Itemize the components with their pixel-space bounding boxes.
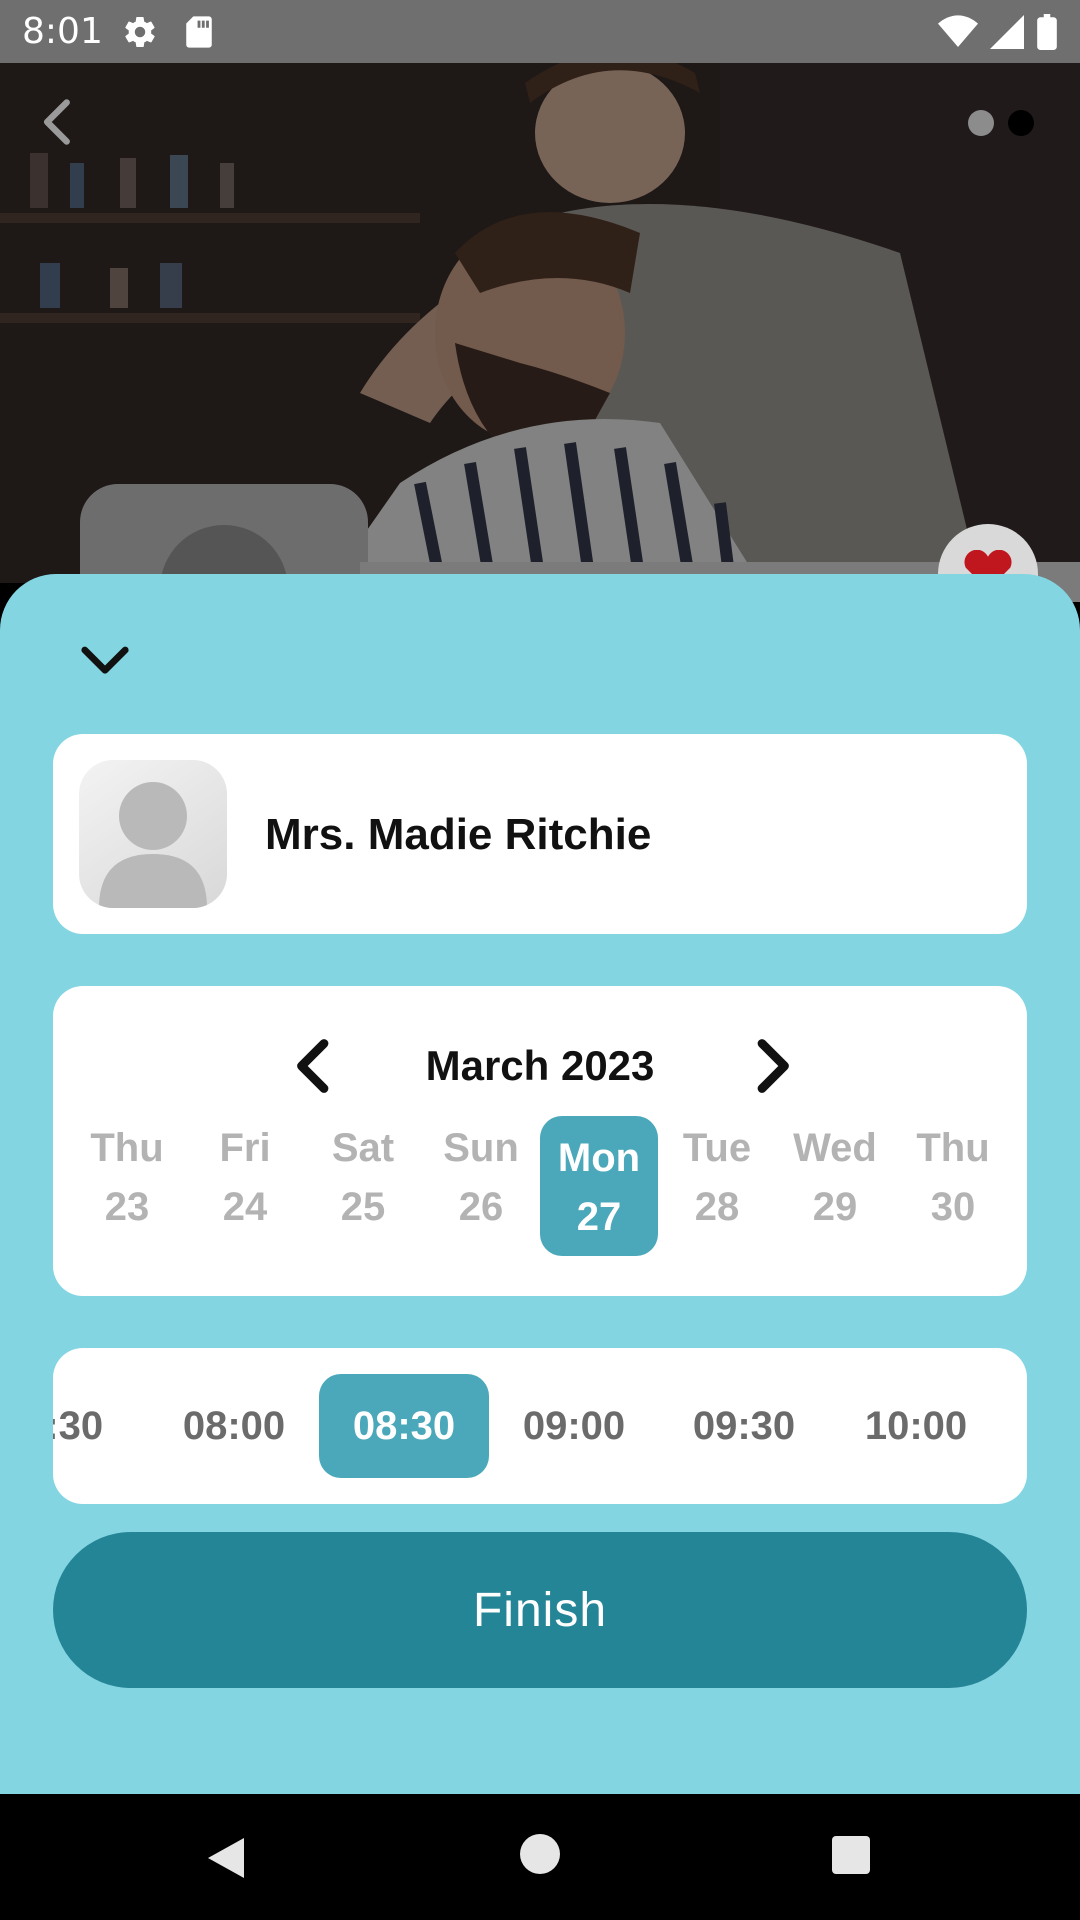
wifi-icon xyxy=(938,15,978,48)
pager-dot[interactable] xyxy=(968,110,994,136)
provider-name: Mrs. Madie Ritchie xyxy=(265,810,652,859)
time-slot[interactable]: 08:00 xyxy=(149,1374,319,1478)
gear-icon xyxy=(125,16,155,47)
sd-card-icon xyxy=(186,16,212,48)
day-item[interactable]: Sat 25 xyxy=(304,1116,422,1256)
back-button[interactable] xyxy=(32,96,84,148)
time-slot[interactable]: 09:00 xyxy=(489,1374,659,1478)
day-item[interactable]: Thu 30 xyxy=(894,1116,1012,1256)
day-item[interactable]: Wed 29 xyxy=(776,1116,894,1256)
time-slot[interactable]: 10:00 xyxy=(831,1374,1001,1478)
battery-icon xyxy=(1037,14,1057,50)
collapse-button[interactable] xyxy=(78,632,132,686)
next-month-button[interactable] xyxy=(747,1036,797,1096)
booking-sheet: Mrs. Madie Ritchie March 2023 Thu 23 Fri 2… xyxy=(0,574,1080,1794)
user-placeholder-icon xyxy=(79,760,227,908)
time-picker: 07:30 08:00 08:30 09:00 09:30 10:00 xyxy=(53,1348,1027,1504)
status-bar: 8:01 xyxy=(0,0,1080,63)
provider-card[interactable]: Mrs. Madie Ritchie xyxy=(53,734,1027,934)
pager-dot-active[interactable] xyxy=(1008,110,1034,136)
signal-icon xyxy=(990,15,1024,49)
nav-recents-icon[interactable] xyxy=(832,1836,870,1874)
day-item[interactable]: Sun 26 xyxy=(422,1116,540,1256)
day-item-selected[interactable]: Mon 27 xyxy=(540,1116,658,1256)
time-slot[interactable]: 07:30 xyxy=(53,1374,137,1478)
nav-home-icon[interactable] xyxy=(520,1834,560,1874)
image-pager[interactable] xyxy=(968,110,1034,136)
day-item[interactable]: Fri 24 xyxy=(186,1116,304,1256)
time-slot-selected[interactable]: 08:30 xyxy=(319,1374,489,1478)
day-item[interactable]: Tue 28 xyxy=(658,1116,776,1256)
date-picker: March 2023 Thu 23 Fri 24 Sat 25 Sun 26 Mon 27… xyxy=(53,986,1027,1296)
system-nav-bar xyxy=(0,1794,1080,1920)
day-strip: Thu 23 Fri 24 Sat 25 Sun 26 Mon 27 Tue 28 Wed 2… xyxy=(68,1116,1012,1256)
finish-button[interactable]: Finish xyxy=(53,1532,1027,1688)
nav-back-icon[interactable] xyxy=(204,1834,248,1882)
time-slot[interactable]: 09:30 xyxy=(659,1374,829,1478)
time-slot-strip[interactable]: 07:30 08:00 08:30 09:00 09:30 10:00 xyxy=(53,1374,1027,1478)
day-item[interactable]: Thu 23 xyxy=(68,1116,186,1256)
chevron-down-icon xyxy=(81,646,129,674)
month-label: March 2023 xyxy=(425,1042,655,1089)
status-time: 8:01 xyxy=(22,11,103,52)
